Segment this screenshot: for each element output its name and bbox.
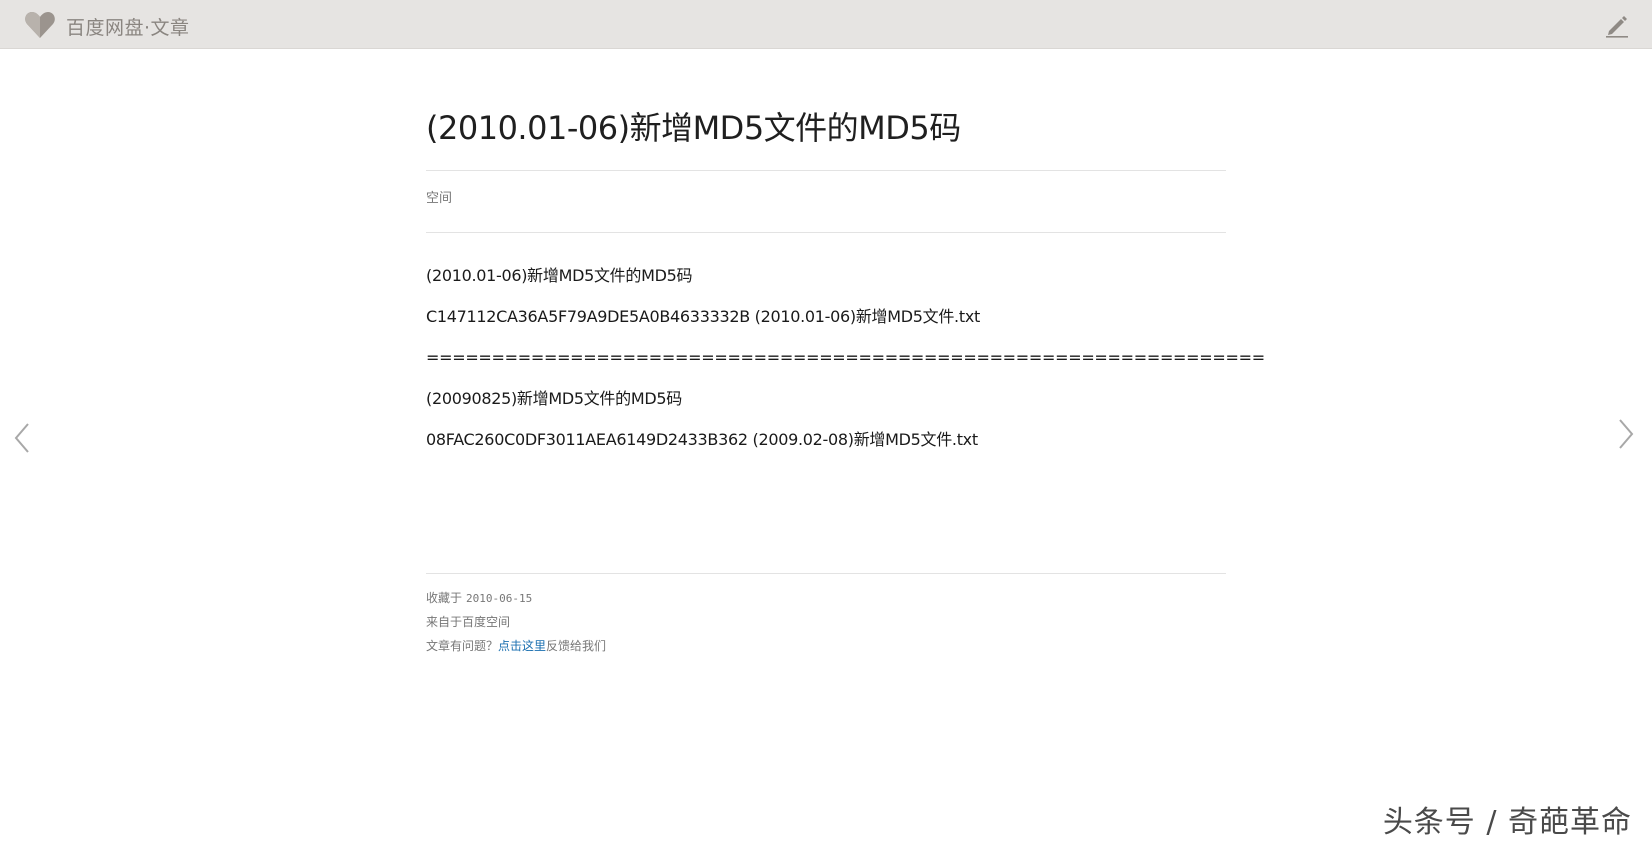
source-info: 来自于百度空间: [426, 615, 511, 629]
body-line: C147112CA36A5F79A9DE5A0B4633332B (2010.0…: [426, 307, 980, 326]
article-title: (2010.01-06)新增MD5文件的MD5码: [426, 109, 961, 147]
watermark: 头条号 / 奇葩革命: [1382, 805, 1632, 840]
feedback-prefix: 文章有问题？: [426, 639, 499, 653]
feedback-link[interactable]: 点击这里: [498, 639, 546, 653]
chevron-left-icon[interactable]: [10, 420, 34, 456]
article-source: 空间: [426, 191, 453, 206]
article: (2010.01-06)新增MD5文件的MD5码 空间 (2010.01-06)…: [426, 100, 1265, 660]
body-line: 08FAC260C0DF3011AEA6149D2433B362 (2009.0…: [426, 430, 978, 449]
saved-label: 收藏于: [426, 591, 463, 605]
feedback-line: 文章有问题？点击这里反馈给我们: [426, 636, 1226, 660]
saved-info: 收藏于 2010-06-15: [426, 588, 1226, 612]
pencil-edit-icon[interactable]: [1604, 12, 1630, 38]
body-line: (2010.01-06)新增MD5文件的MD5码: [426, 266, 693, 285]
article-body: (2010.01-06)新增MD5文件的MD5码 C147112CA36A5F7…: [426, 233, 1265, 573]
saved-date: 2010-06-15: [466, 592, 533, 605]
body-line: (20090825)新增MD5文件的MD5码: [426, 389, 682, 408]
brand-title[interactable]: 百度网盘·文章: [66, 13, 190, 40]
chevron-right-icon[interactable]: [1614, 416, 1638, 452]
heart-logo-icon[interactable]: [24, 10, 56, 40]
article-meta: 收藏于 2010-06-15 来自于百度空间 文章有问题？点击这里反馈给我们: [426, 574, 1226, 660]
body-line: ========================================…: [426, 348, 1265, 367]
feedback-suffix: 反馈给我们: [546, 639, 607, 653]
top-bar: 百度网盘·文章: [0, 0, 1652, 49]
